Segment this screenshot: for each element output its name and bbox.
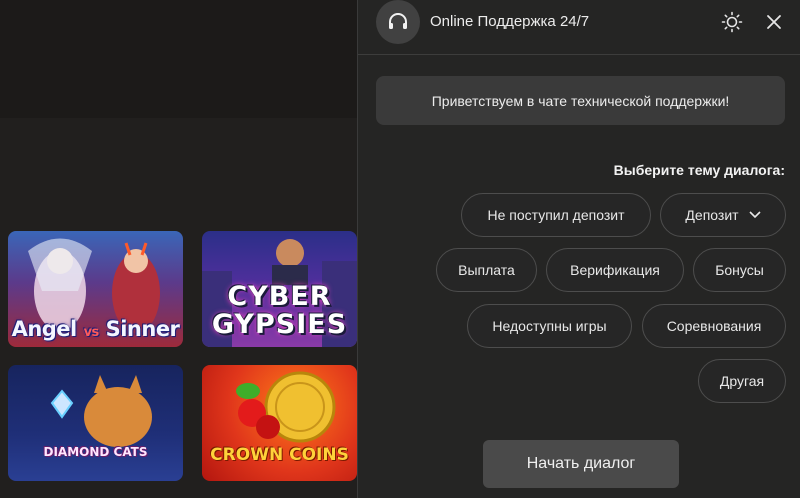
greeting-message: Приветствуем в чате технической поддержк…	[376, 76, 785, 125]
support-avatar	[376, 0, 420, 44]
topic-chip-competitions[interactable]: Соревнования	[642, 304, 786, 348]
game-card-angel-vs-sinner[interactable]: Angel vs Sinner	[8, 231, 183, 347]
game-title: Angel vs Sinner	[11, 317, 180, 341]
close-icon	[767, 15, 781, 29]
topic-chip-other[interactable]: Другая	[698, 359, 786, 403]
close-chat-button[interactable]	[762, 10, 786, 34]
topic-chip-verification[interactable]: Верификация	[546, 248, 684, 292]
chat-header: Online Поддержка 24/7	[358, 0, 800, 55]
sun-icon	[721, 11, 743, 33]
topic-chip-games-unavailable[interactable]: Недоступны игры	[467, 304, 632, 348]
game-title: CYBER GYPSIES	[211, 281, 348, 340]
support-chat-panel: Online Поддержка 24/7 Приветствуем в чат…	[357, 0, 800, 498]
start-dialog-button[interactable]: Начать диалог	[483, 440, 679, 488]
headset-icon	[389, 13, 407, 29]
chat-title: Online Поддержка 24/7	[430, 13, 590, 30]
topic-chip-deposit-not-received[interactable]: Не поступил депозит	[461, 193, 651, 237]
game-card-cyber-gypsies[interactable]: CYBER GYPSIES	[202, 231, 357, 347]
game-card-diamond-cats[interactable]: DIAMOND CATS	[8, 365, 183, 481]
game-title: CROWN COINS	[210, 445, 349, 465]
topic-chip-deposit[interactable]: Депозит	[660, 193, 786, 237]
chevron-down-icon	[748, 211, 761, 219]
topic-chip-bonuses[interactable]: Бонусы	[693, 248, 786, 292]
theme-toggle-button[interactable]	[720, 10, 744, 34]
game-art	[50, 375, 152, 447]
game-card-crown-coins[interactable]: CROWN COINS	[202, 365, 357, 481]
topic-prompt: Выберите тему диалога:	[613, 162, 785, 178]
game-title: DIAMOND CATS	[43, 445, 148, 459]
page-header-area	[0, 0, 357, 118]
topic-chip-payout[interactable]: Выплата	[436, 248, 537, 292]
